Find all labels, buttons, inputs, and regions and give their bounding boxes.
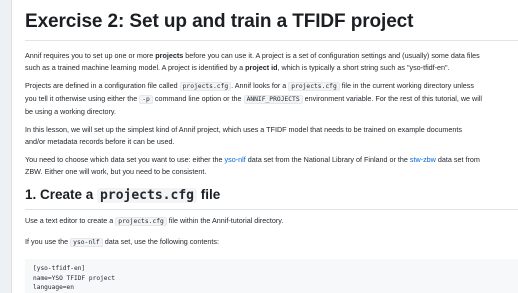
create-file-paragraph: Use a text editor to create a projects.c… — [25, 215, 518, 228]
config-code-block[interactable]: [yso-tfidf-en] name=YSO TFIDF project la… — [25, 259, 518, 293]
text: If you use the — [25, 237, 71, 246]
inline-code: -p — [139, 95, 153, 104]
text: Use a text editor to create a — [25, 216, 116, 225]
text: data set from the National Library of Fi… — [245, 155, 410, 164]
text: Annif requires you to set up one or more — [25, 51, 156, 60]
section-heading: 1. Create a projects.cfg file — [25, 187, 518, 203]
text: . Annif looks for a — [231, 81, 289, 90]
heading-text: file — [196, 187, 221, 202]
heading-text: 1. Create a — [25, 187, 98, 202]
text: command line option or the — [152, 94, 244, 103]
dataset-choice-paragraph: You need to choose which data set you wa… — [25, 154, 518, 178]
dataset-instruction-paragraph: If you use the yso-nlf data set, use the… — [25, 236, 518, 249]
heading-code: projects.cfg — [97, 188, 197, 203]
projects-definition-paragraph: Projects are defined in a configuration … — [25, 80, 518, 118]
text: environment variable. For the rest of th… — [302, 94, 483, 103]
text: data set, use the following contents: — [102, 237, 219, 246]
inline-code: yso-nlf — [70, 238, 103, 247]
emphasis-project-id: project id — [245, 63, 278, 72]
text: data set from — [435, 155, 480, 164]
document-page: Exercise 2: Set up and train a TFIDF pro… — [11, 0, 518, 293]
yso-nlf-link[interactable]: yso-nlf — [225, 155, 246, 164]
stw-zbw-link[interactable]: stw-zbw — [410, 155, 436, 164]
intro-paragraph: Annif requires you to set up one or more… — [25, 50, 518, 74]
text: you tell it otherwise using either the — [25, 94, 140, 103]
text: file in the current working directory un… — [339, 81, 474, 90]
page-title: Exercise 2: Set up and train a TFIDF pro… — [25, 11, 414, 32]
text: be using a working directory. — [25, 107, 116, 116]
text: Projects are defined in a configuration … — [25, 81, 180, 90]
inline-code: projects.cfg — [115, 217, 167, 226]
title-divider — [25, 40, 518, 41]
text: before you can use it. A project is a se… — [183, 51, 480, 60]
emphasis-projects: projects — [155, 51, 184, 60]
text: and/or metadata records before it can be… — [25, 137, 175, 146]
text: In this lesson, we will set up the simpl… — [25, 125, 462, 134]
section-divider — [25, 209, 518, 210]
text: such as a trained machine learning model… — [25, 63, 246, 72]
text: , which is typically a short string such… — [277, 63, 450, 72]
text: file within the Annif-tutorial directory… — [166, 216, 284, 225]
text: ZBW. Either one will work, but you need … — [25, 167, 207, 176]
inline-code: projects.cfg — [179, 82, 232, 91]
text: You need to choose which data set you wa… — [25, 155, 225, 164]
lesson-paragraph: In this lesson, we will set up the simpl… — [25, 124, 518, 148]
inline-code: ANNIF_PROJECTS — [243, 95, 303, 104]
inline-code: projects.cfg — [288, 82, 340, 91]
